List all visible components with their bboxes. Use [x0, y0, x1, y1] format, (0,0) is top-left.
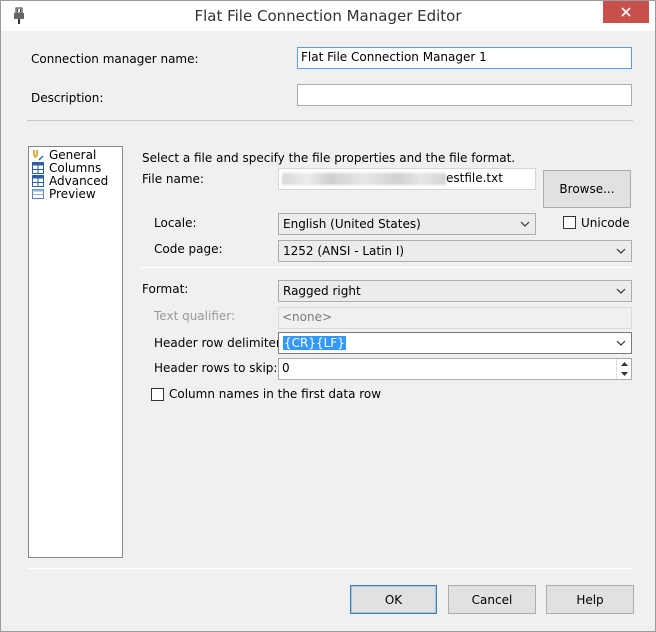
- format-value: Ragged right: [283, 284, 361, 298]
- code-page-select[interactable]: 1252 (ANSI - Latin I): [278, 240, 632, 262]
- nav-item-general[interactable]: General: [32, 147, 97, 162]
- grid-icon: [32, 174, 44, 187]
- header-rows-to-skip-stepper[interactable]: 0: [278, 358, 632, 380]
- top-divider: [27, 120, 633, 121]
- nav-item-label: Advanced: [49, 173, 109, 188]
- description-input[interactable]: [297, 84, 632, 106]
- nav-panel: General Columns Advanced Preview: [28, 146, 123, 558]
- chevron-down-icon: [616, 340, 626, 346]
- code-page-value: 1252 (ANSI - Latin I): [283, 244, 405, 258]
- cancel-button[interactable]: Cancel: [448, 585, 536, 614]
- locale-label: Locale:: [154, 216, 197, 230]
- column-names-label: Column names in the first data row: [169, 387, 382, 401]
- redacted-path: [282, 172, 446, 185]
- browse-button[interactable]: Browse...: [543, 170, 631, 208]
- nav-item-columns[interactable]: Columns: [32, 160, 102, 175]
- connection-manager-name-value: Flat File Connection Manager 1: [301, 50, 487, 64]
- close-button[interactable]: [603, 1, 649, 23]
- caret-down-icon: [620, 372, 628, 376]
- text-qualifier-label: Text qualifier:: [154, 309, 236, 323]
- format-label: Format:: [142, 282, 189, 296]
- connection-icon: [33, 149, 44, 161]
- connection-manager-name-input[interactable]: Flat File Connection Manager 1: [297, 47, 632, 69]
- chevron-down-icon: [616, 288, 626, 294]
- dialog-window: Flat File Connection Manager Editor Conn…: [0, 0, 656, 632]
- spin-down-button[interactable]: [616, 369, 631, 379]
- grid-icon: [32, 161, 44, 174]
- unicode-label: Unicode: [581, 216, 630, 230]
- connection-manager-name-label: Connection manager name:: [31, 52, 199, 66]
- description-label: Description:: [31, 91, 104, 105]
- window-title: Flat File Connection Manager Editor: [194, 7, 462, 25]
- format-select[interactable]: Ragged right: [278, 280, 632, 302]
- column-names-checkbox[interactable]: [151, 388, 164, 401]
- instruction-text: Select a file and specify the file prope…: [142, 151, 516, 165]
- unicode-checkbox[interactable]: [563, 216, 576, 229]
- nav-item-preview[interactable]: Preview: [32, 186, 96, 201]
- header-rows-to-skip-label: Header rows to skip:: [154, 361, 278, 375]
- format-divider: [139, 267, 633, 268]
- locale-select[interactable]: English (United States): [278, 213, 536, 235]
- nav-item-label: Columns: [49, 160, 102, 175]
- nav-item-advanced[interactable]: Advanced: [32, 173, 109, 188]
- title-bar[interactable]: Flat File Connection Manager Editor: [1, 1, 655, 31]
- file-name-label: File name:: [142, 172, 204, 186]
- code-page-label: Code page:: [154, 242, 223, 256]
- caret-up-icon: [620, 362, 628, 366]
- header-row-delimiter-value: {CR}{LF}: [283, 336, 346, 350]
- header-row-delimiter-label: Header row delimiter:: [154, 336, 285, 350]
- nav-item-label: General: [49, 147, 97, 162]
- locale-value: English (United States): [283, 217, 421, 231]
- text-qualifier-value: <none>: [282, 310, 333, 324]
- header-row-delimiter-select[interactable]: {CR}{LF}: [278, 332, 632, 354]
- table-preview-icon: [32, 188, 44, 199]
- ok-button[interactable]: OK: [350, 585, 437, 614]
- file-name-input[interactable]: estfile.txt: [278, 168, 536, 190]
- file-name-value: estfile.txt: [446, 171, 503, 185]
- nav-item-label: Preview: [49, 186, 96, 201]
- chevron-down-icon: [520, 221, 530, 227]
- header-rows-to-skip-value: 0: [282, 361, 290, 375]
- footer-divider: [27, 568, 633, 569]
- spin-up-button[interactable]: [616, 359, 631, 369]
- help-button[interactable]: Help: [546, 585, 634, 614]
- text-qualifier-input: <none>: [278, 307, 632, 329]
- chevron-down-icon: [616, 248, 626, 254]
- close-icon: [621, 7, 631, 17]
